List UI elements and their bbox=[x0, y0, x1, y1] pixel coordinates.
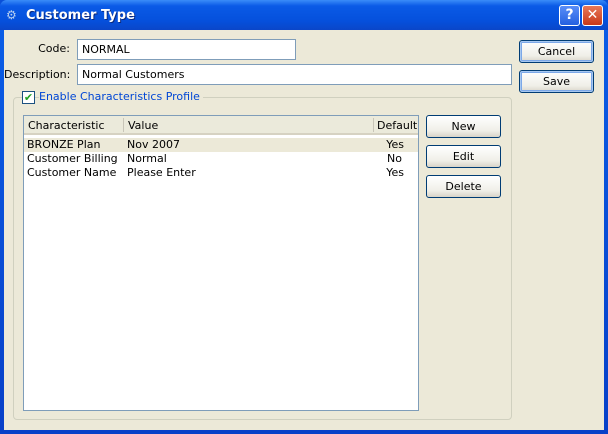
enable-characteristics-label[interactable]: Enable Characteristics Profile bbox=[39, 90, 203, 103]
table-row[interactable]: Customer Billing Normal No bbox=[24, 152, 418, 166]
code-label: Code: bbox=[38, 42, 70, 55]
edit-button[interactable]: Edit bbox=[426, 145, 501, 168]
code-input[interactable]: NORMAL bbox=[77, 39, 296, 60]
window-title: Customer Type bbox=[26, 8, 135, 23]
table-row[interactable]: Customer Name Please Enter Yes bbox=[24, 166, 418, 180]
help-button[interactable]: ? bbox=[559, 5, 580, 26]
column-divider[interactable] bbox=[123, 118, 124, 132]
column-divider[interactable] bbox=[373, 118, 374, 132]
save-button[interactable]: Save bbox=[519, 70, 594, 93]
cell-value: Please Enter bbox=[127, 166, 196, 179]
check-icon: ✔ bbox=[23, 91, 34, 104]
enable-characteristics-checkbox[interactable]: ✔ bbox=[22, 91, 35, 104]
title-bar[interactable]: ⚙ Customer Type ? ✕ bbox=[0, 0, 608, 30]
cancel-button[interactable]: Cancel bbox=[519, 40, 594, 63]
close-button[interactable]: ✕ bbox=[582, 5, 603, 26]
cell-default: Yes bbox=[386, 138, 404, 151]
column-header-value[interactable]: Value bbox=[128, 119, 158, 132]
table-row[interactable]: BRONZE Plan Nov 2007 Yes bbox=[24, 138, 418, 152]
table-header: Characteristic Value Default bbox=[24, 116, 418, 135]
characteristics-table[interactable]: Characteristic Value Default BRONZE Plan… bbox=[23, 115, 419, 411]
description-label: Description: bbox=[4, 68, 71, 81]
delete-button[interactable]: Delete bbox=[426, 175, 501, 198]
cell-value: Nov 2007 bbox=[127, 138, 180, 151]
cell-characteristic: Customer Billing bbox=[27, 152, 118, 165]
cell-default: Yes bbox=[386, 166, 404, 179]
cell-characteristic: BRONZE Plan bbox=[27, 138, 101, 151]
column-header-default[interactable]: Default bbox=[377, 119, 417, 132]
dialog-window: ⚙ Customer Type ? ✕ Code: NORMAL Descrip… bbox=[0, 0, 608, 434]
cell-value: Normal bbox=[127, 152, 167, 165]
new-button[interactable]: New bbox=[426, 115, 501, 138]
description-input[interactable]: Normal Customers bbox=[77, 64, 512, 85]
cell-characteristic: Customer Name bbox=[27, 166, 117, 179]
app-icon: ⚙ bbox=[6, 8, 17, 22]
dialog-body: Code: NORMAL Description: Normal Custome… bbox=[4, 30, 604, 430]
cell-default: No bbox=[387, 152, 402, 165]
column-header-characteristic[interactable]: Characteristic bbox=[28, 119, 105, 132]
